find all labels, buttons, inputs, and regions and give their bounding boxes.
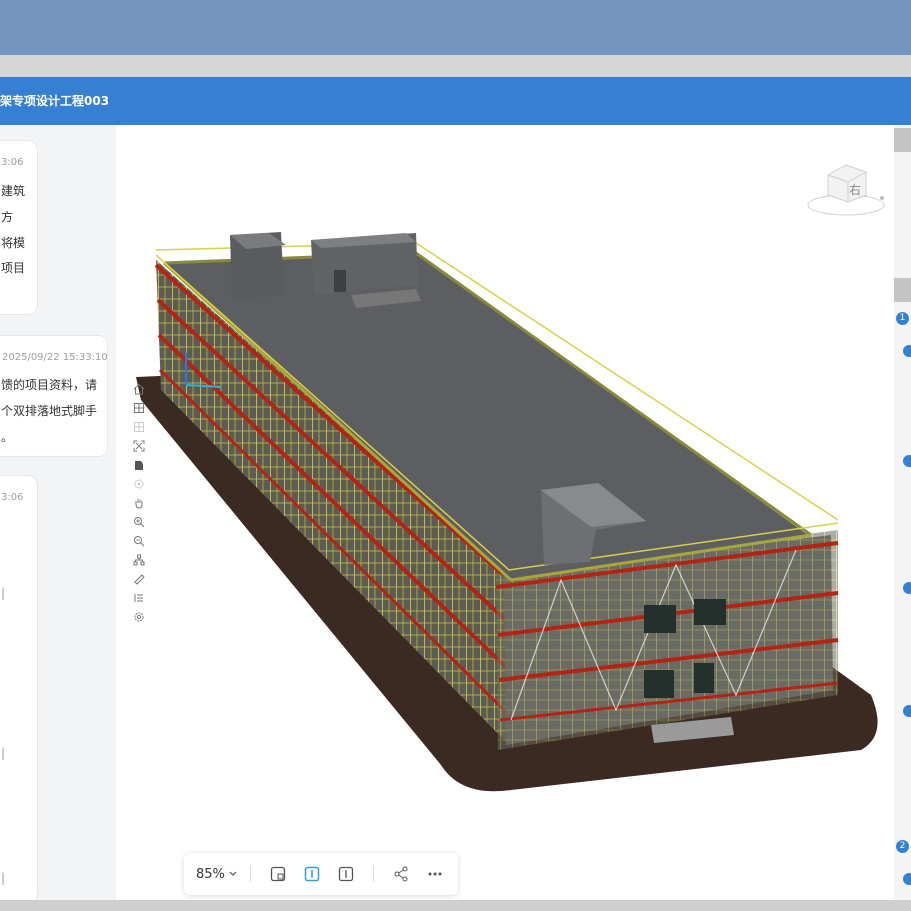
project-header: 架专项设计工程003 (0, 77, 911, 125)
window (644, 670, 674, 698)
model-viewer[interactable] (116, 125, 894, 900)
chat-panel[interactable]: 3:06 建筑 方 将模 项目 2025/09/22 15:33:10 馈的项目… (0, 125, 116, 900)
timeline-node[interactable] (903, 455, 911, 467)
message-line: 个双排落地式脚手 (1, 404, 98, 418)
chevron-down-icon (229, 871, 237, 876)
message-line: 。 (1, 430, 14, 444)
message-line: | (1, 871, 6, 885)
fit-icon[interactable] (130, 437, 148, 455)
single-view-icon[interactable] (335, 863, 357, 885)
zoom-value: 85% (196, 866, 225, 882)
pan-icon[interactable] (130, 494, 148, 512)
chat-bubble: 2025/09/22 15:33:10 馈的项目资料，请 个双排落地式脚手 。 (0, 335, 108, 457)
window (694, 599, 726, 625)
timeline-node[interactable] (903, 873, 911, 885)
more-icon[interactable] (424, 863, 446, 885)
bottom-strip (0, 900, 911, 911)
top-band (0, 0, 911, 55)
tab-strip (0, 55, 911, 77)
views-icon[interactable] (130, 399, 148, 417)
message-timestamp: 3:06 (1, 157, 24, 168)
viewer-toolbar (128, 380, 150, 642)
message-line: 将模 (1, 236, 26, 250)
view-cube-label: 右 (849, 182, 861, 197)
message-line: | (1, 586, 6, 600)
message-line: | (1, 746, 6, 760)
toolbar-divider (373, 866, 374, 882)
timeline-node[interactable] (903, 705, 911, 717)
message-line: 馈的项目资料，请 (1, 378, 98, 392)
rotate-icon[interactable] (130, 475, 148, 493)
toolbar-divider (250, 866, 251, 882)
message-timestamp: 3:06 (1, 492, 24, 503)
project-title: 架专项设计工程003 (0, 94, 110, 108)
step-marker[interactable]: 1 (896, 312, 909, 325)
step-marker[interactable]: 2 (896, 840, 909, 853)
rooftop-door (334, 270, 346, 292)
settings-icon[interactable] (130, 608, 148, 626)
fit-view-icon[interactable] (267, 863, 289, 885)
measure-icon[interactable] (130, 570, 148, 588)
timeline-node[interactable] (903, 582, 911, 594)
properties-icon[interactable] (130, 589, 148, 607)
zoom-select[interactable]: 85% (196, 867, 240, 882)
viewer-scrollbar[interactable] (894, 125, 911, 900)
message-line: 建筑 (1, 184, 26, 198)
scrollbar-thumb[interactable] (894, 278, 911, 302)
chat-bubble: 3:06 建筑 方 将模 项目 (0, 140, 38, 315)
message-line: 项目 (1, 261, 26, 275)
timeline-node[interactable] (903, 345, 911, 357)
message-timestamp: 2025/09/22 15:33:10 (2, 352, 108, 363)
zoom-in-icon[interactable] (130, 513, 148, 531)
grid-icon[interactable] (130, 418, 148, 436)
split-view-icon[interactable] (301, 863, 323, 885)
share-icon[interactable] (390, 863, 412, 885)
section-icon[interactable] (130, 456, 148, 474)
window (694, 663, 714, 693)
chat-bubble: 3:06 | | | (0, 475, 38, 900)
tree-icon[interactable] (130, 551, 148, 569)
home-icon[interactable] (130, 380, 148, 398)
viewer-bottom-toolbar: 85% (184, 853, 458, 895)
view-cube[interactable]: 右 (806, 160, 891, 220)
zoom-out-icon[interactable] (130, 532, 148, 550)
message-line: 方 (1, 210, 14, 224)
scrollbar-thumb[interactable] (894, 128, 911, 152)
building-model-render[interactable] (116, 125, 894, 900)
window (644, 605, 676, 633)
